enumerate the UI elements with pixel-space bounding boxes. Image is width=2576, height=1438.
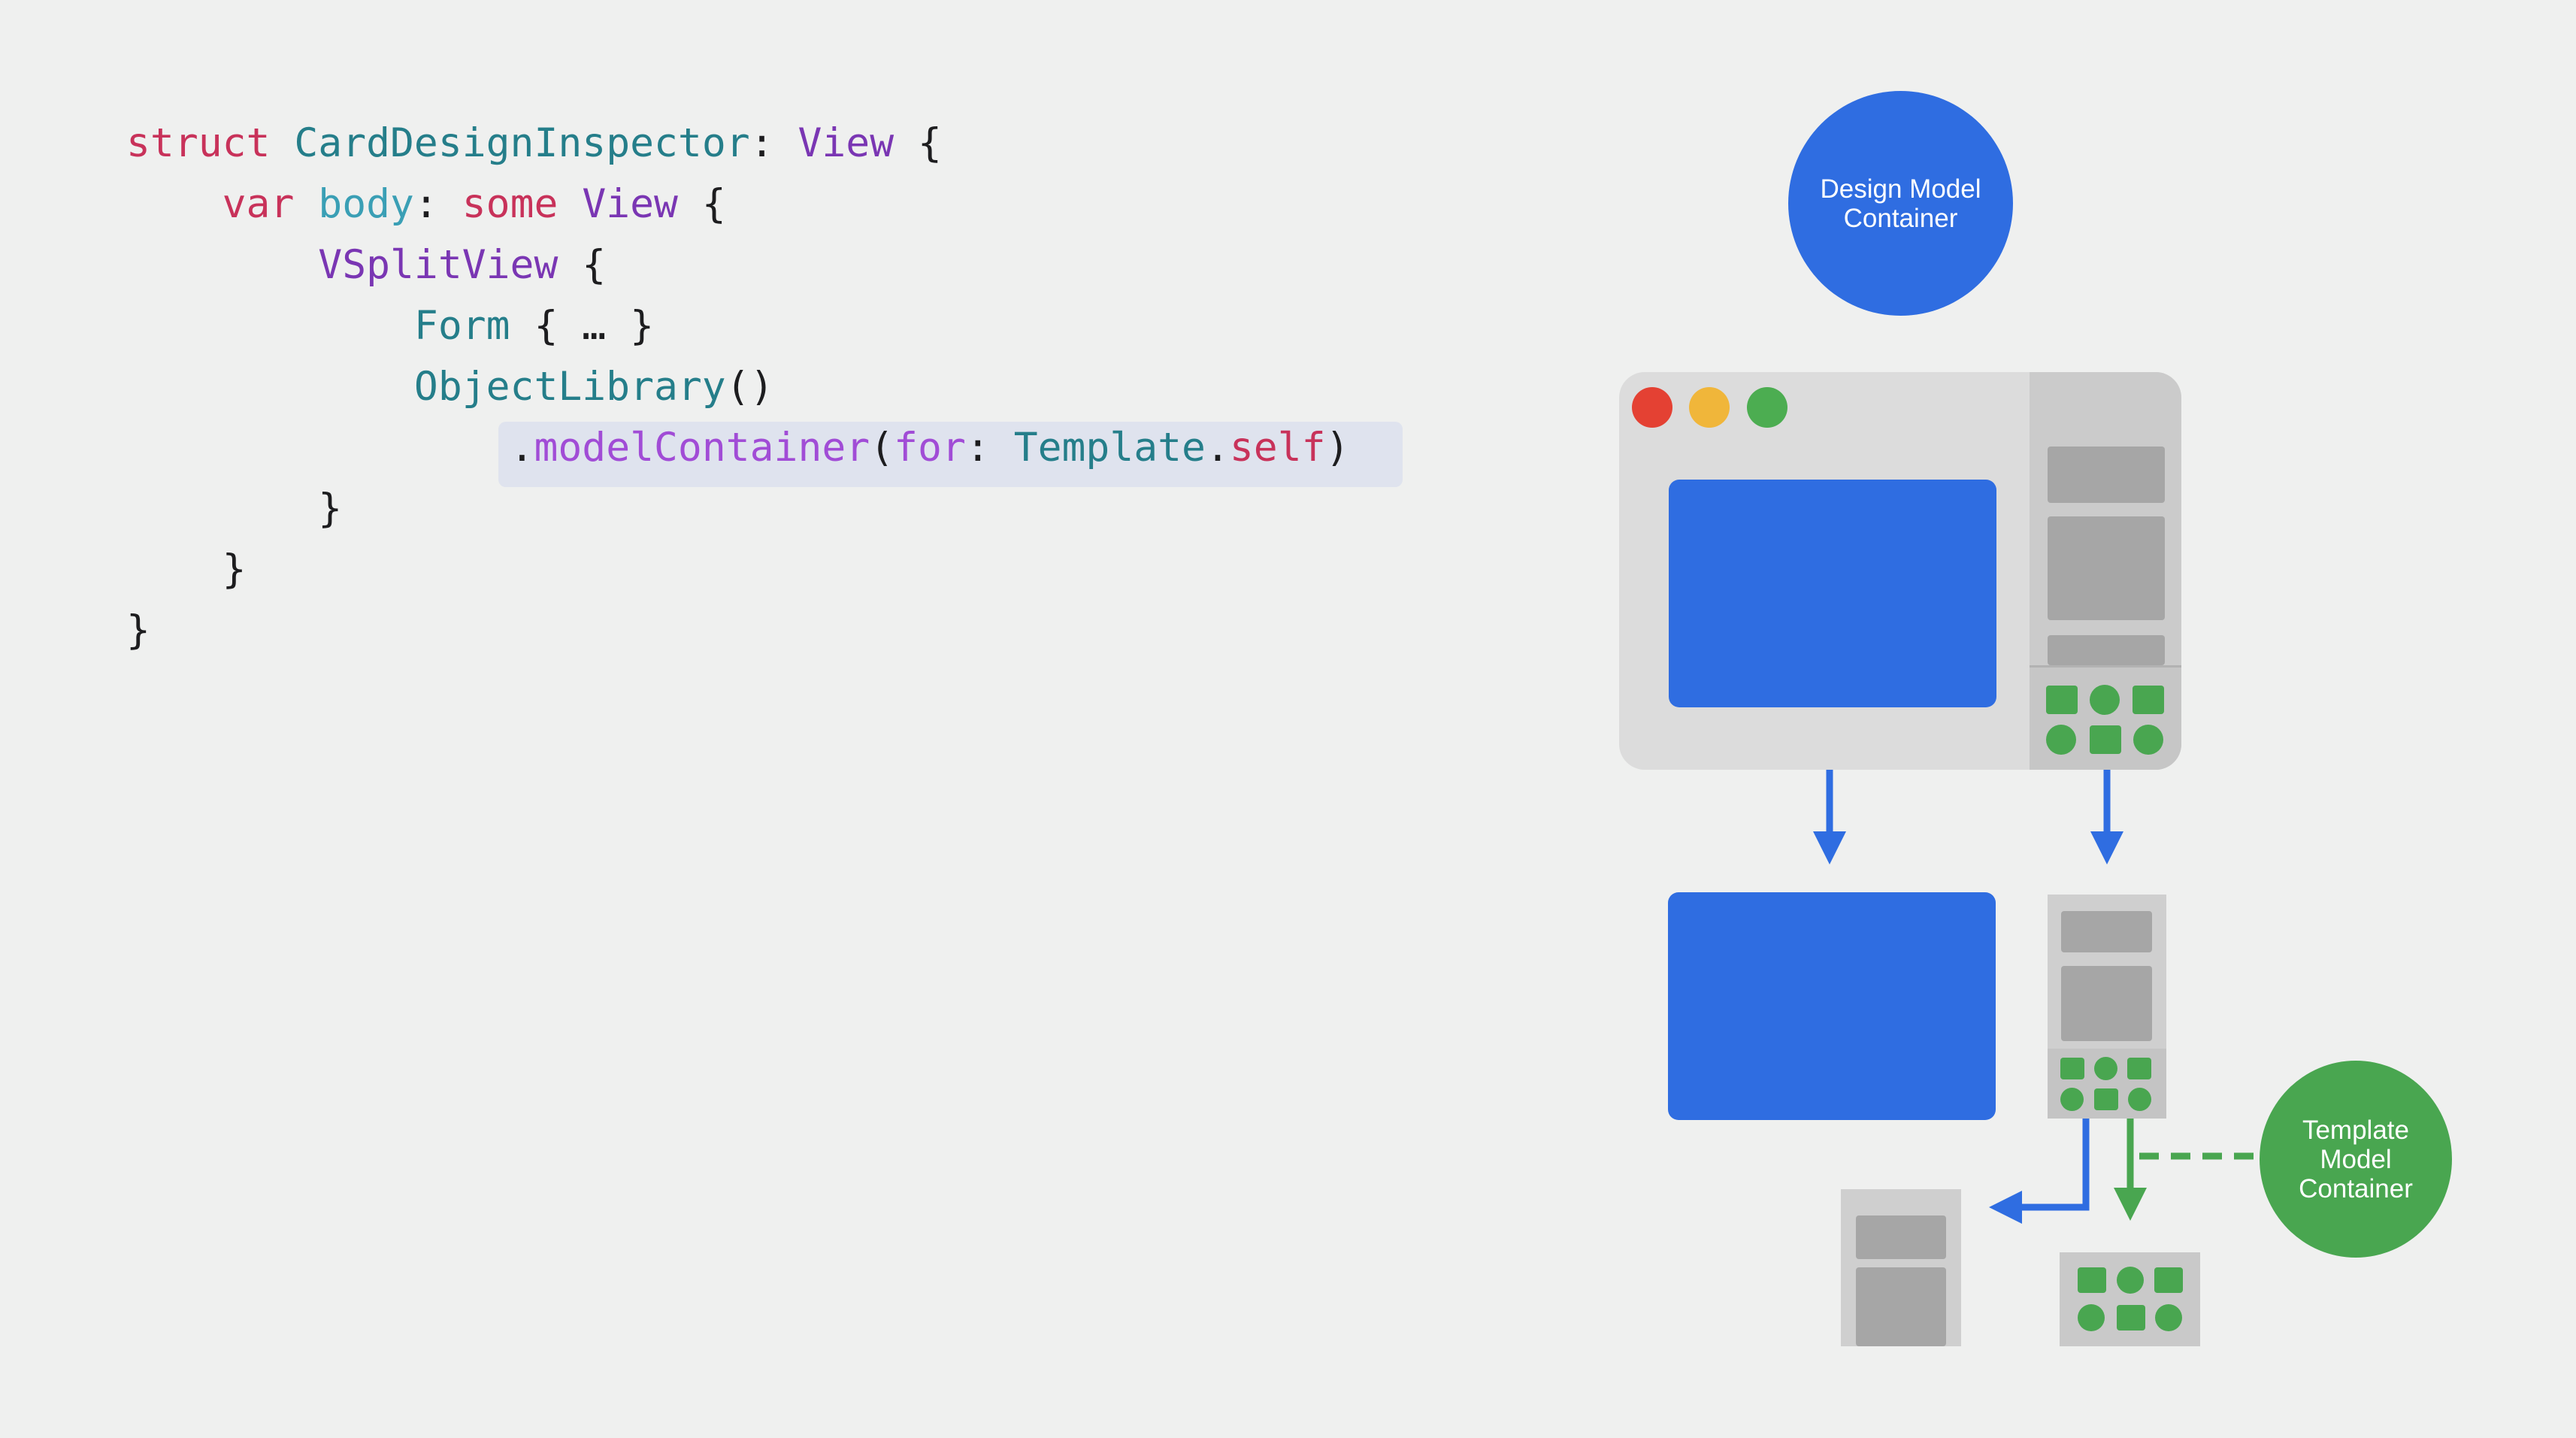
- arrow-window-to-library: [2090, 770, 2123, 864]
- arrow-window-to-canvas: [1813, 770, 1846, 864]
- arrow-library-to-list-panel: [1989, 1119, 2090, 1224]
- flow-arrows: [1813, 770, 2257, 1224]
- arrow-library-to-template-panel: [2114, 1119, 2147, 1221]
